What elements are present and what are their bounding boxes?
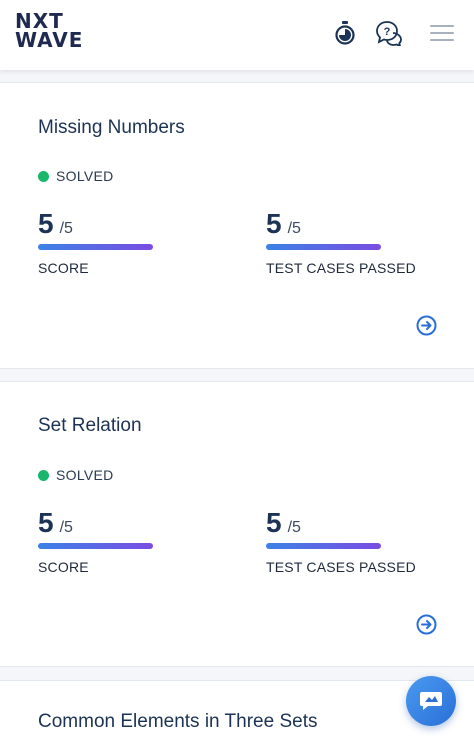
- status-badge: SOLVED: [38, 168, 114, 184]
- problem-title[interactable]: Common Elements in Three Sets: [38, 711, 318, 733]
- problem-title[interactable]: Set Relation: [38, 415, 142, 437]
- test-cases-progress-bar: [266, 244, 381, 250]
- solved-status-dot-icon: [38, 170, 49, 182]
- arrow-circle-right-icon: [416, 315, 437, 336]
- problem-card-missing-numbers: Missing Numbers SOLVED 5/5 SCORE 5/5 TES…: [0, 82, 474, 369]
- open-problem-button[interactable]: [416, 614, 437, 635]
- stopwatch-icon: [335, 21, 355, 45]
- score-progress-bar: [38, 543, 153, 549]
- app-header: NXT WAVE ?: [0, 0, 474, 70]
- test-cases-metric: 5/5 TEST CASES PASSED: [266, 507, 416, 575]
- score-label: SCORE: [38, 260, 89, 276]
- nxtwave-logo[interactable]: NXT WAVE: [15, 11, 84, 52]
- score-total: /5: [59, 519, 73, 536]
- test-cases-progress-bar: [266, 543, 381, 549]
- status-badge: SOLVED: [38, 467, 114, 483]
- arrow-circle-right-icon: [416, 614, 437, 635]
- score-progress-bar: [38, 244, 153, 250]
- chat-support-button[interactable]: [406, 676, 456, 726]
- chat-bubble-icon: [420, 692, 442, 710]
- status-text: SOLVED: [56, 467, 114, 483]
- test-cases-value: 5: [266, 507, 282, 538]
- score-value: 5: [38, 208, 54, 239]
- solved-status-dot-icon: [38, 469, 49, 481]
- menu-button[interactable]: [428, 18, 458, 48]
- stopwatch-button[interactable]: [330, 18, 360, 48]
- test-cases-total: /5: [287, 519, 301, 536]
- status-text: SOLVED: [56, 168, 114, 184]
- logo-line-2: WAVE: [15, 28, 84, 52]
- test-cases-label: TEST CASES PASSED: [266, 559, 416, 575]
- svg-text:?: ?: [384, 26, 391, 38]
- problem-card-set-relation: Set Relation SOLVED 5/5 SCORE 5/5 TEST C…: [0, 381, 474, 667]
- problem-card-common-elements: Common Elements in Three Sets: [0, 680, 474, 750]
- test-cases-value: 5: [266, 208, 282, 239]
- score-total: /5: [59, 220, 73, 237]
- score-label: SCORE: [38, 559, 89, 575]
- help-button[interactable]: ?: [374, 18, 404, 48]
- test-cases-label: TEST CASES PASSED: [266, 260, 416, 276]
- score-value: 5: [38, 507, 54, 538]
- help-chat-icon: ?: [376, 21, 402, 46]
- test-cases-total: /5: [287, 220, 301, 237]
- score-metric: 5/5 SCORE: [38, 507, 188, 575]
- problem-title[interactable]: Missing Numbers: [38, 117, 185, 139]
- test-cases-metric: 5/5 TEST CASES PASSED: [266, 208, 416, 276]
- score-metric: 5/5 SCORE: [38, 208, 188, 276]
- open-problem-button[interactable]: [416, 315, 437, 336]
